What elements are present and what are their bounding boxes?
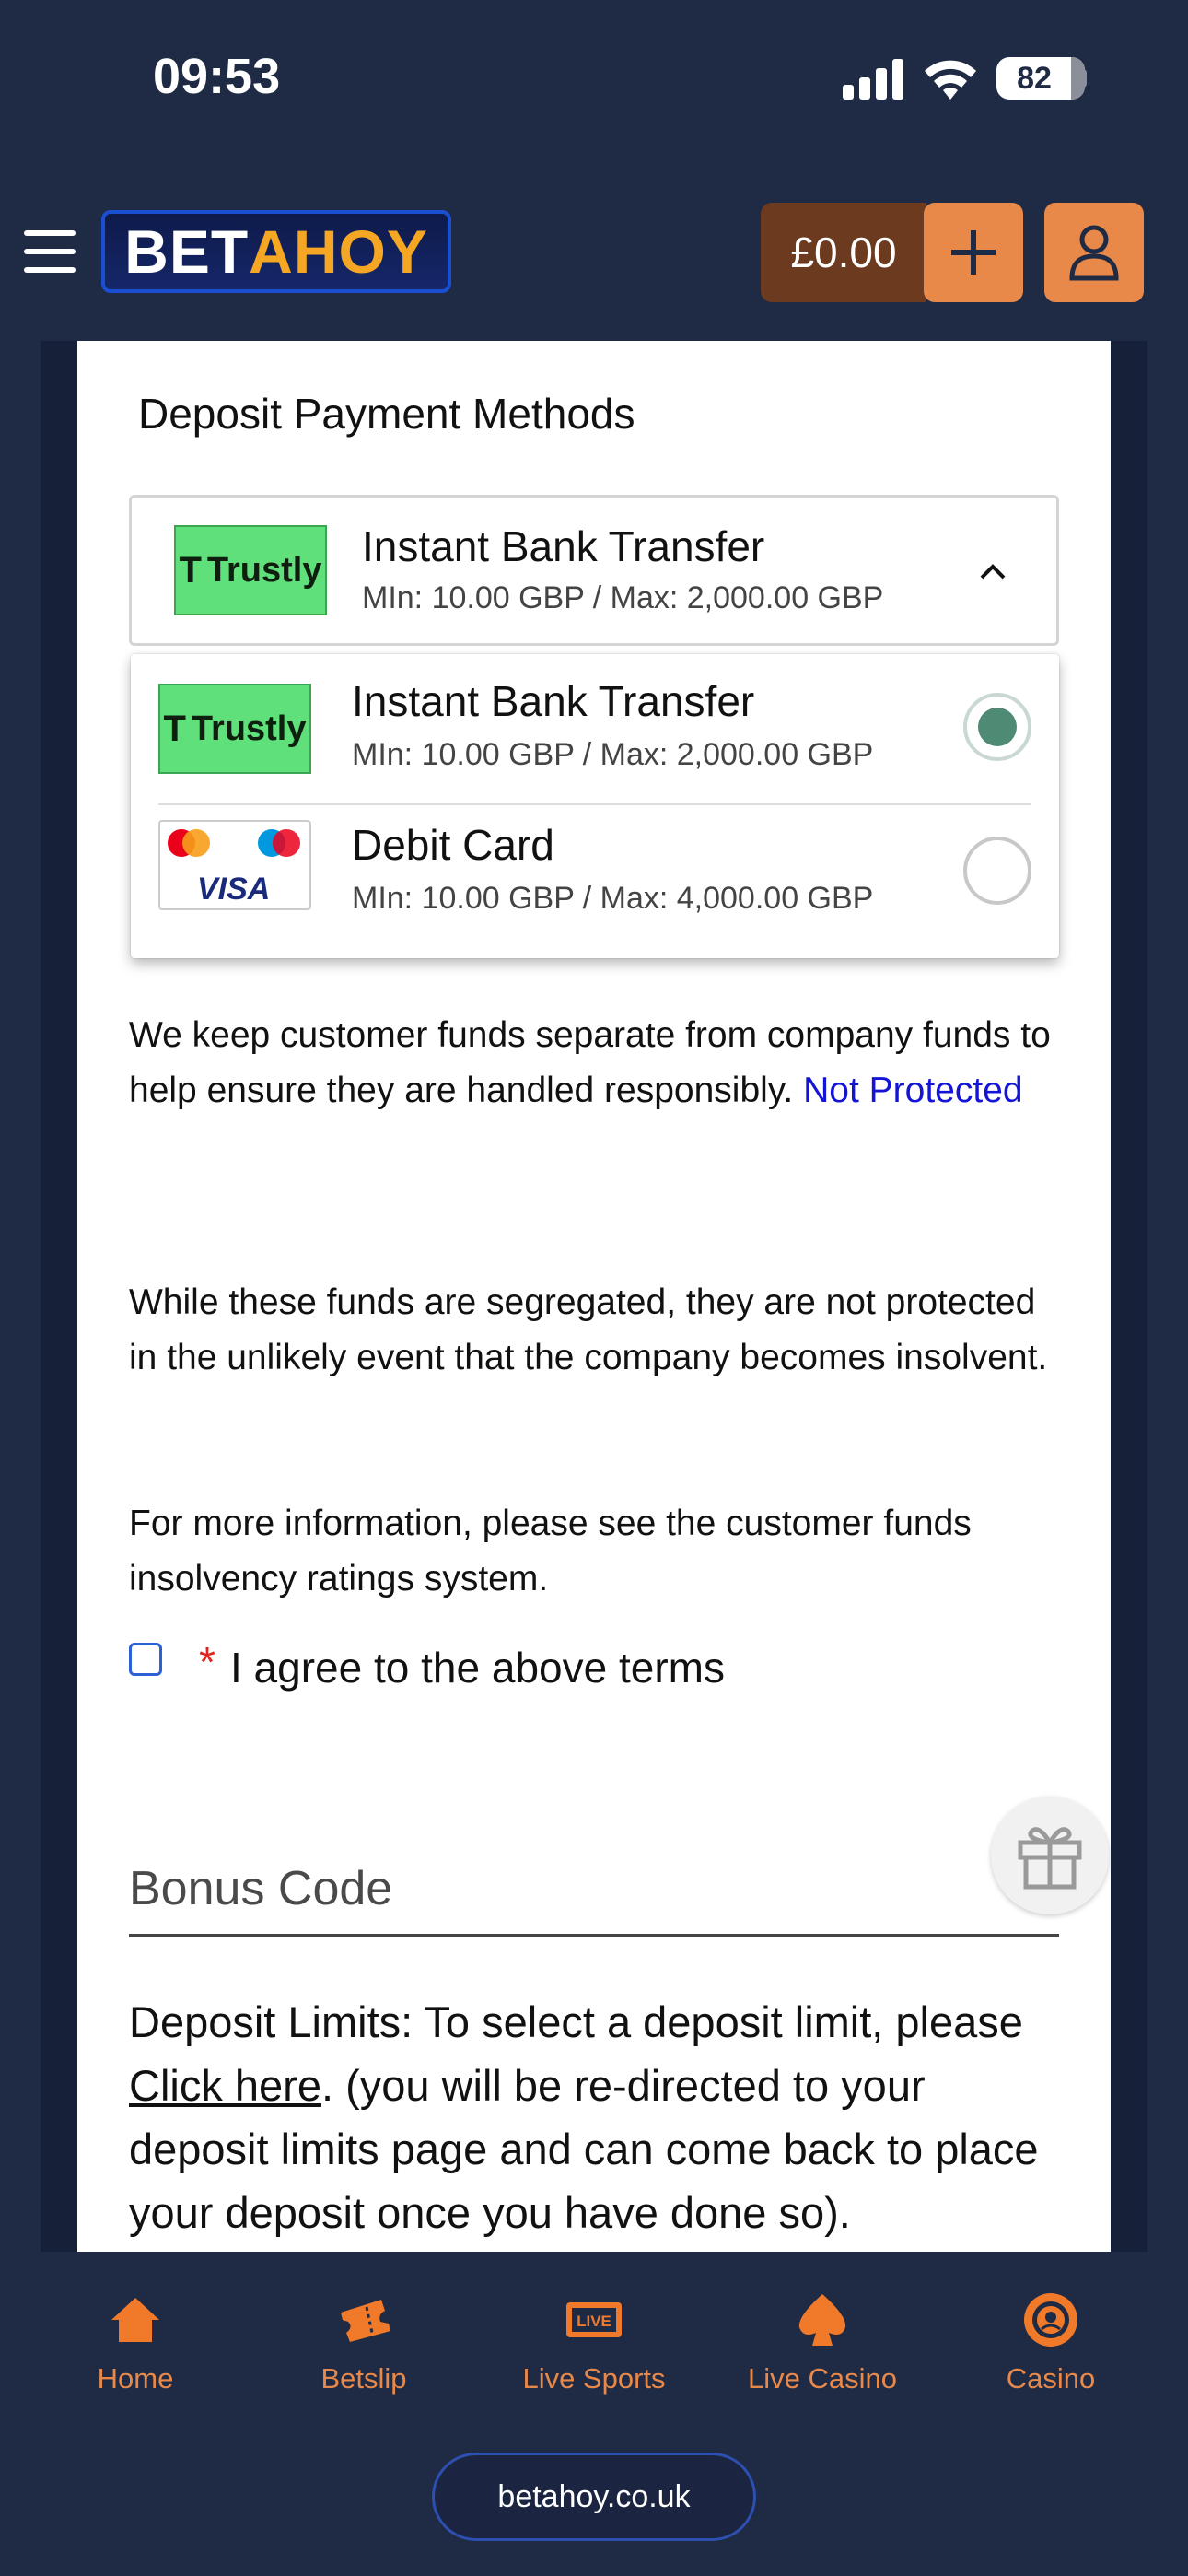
user-icon [1069, 225, 1119, 281]
balance-button[interactable]: £0.00 [761, 203, 926, 302]
live-icon: LIVE [565, 2290, 623, 2349]
deposit-card: Deposit Payment Methods T Trustly Instant… [77, 341, 1111, 2252]
page-title: Deposit Payment Methods [138, 390, 635, 438]
menu-icon[interactable] [24, 230, 76, 273]
nav-label: Casino [1006, 2362, 1096, 2395]
nav-betslip[interactable]: Betslip [267, 2290, 460, 2395]
agree-terms-checkbox[interactable] [129, 1643, 162, 1676]
wifi-icon [925, 60, 976, 100]
status-time: 09:53 [153, 49, 281, 104]
plus-icon [951, 230, 996, 275]
logo-bet-text: BET [124, 217, 250, 286]
cellular-signal-icon [843, 59, 905, 100]
right-background-strip [1111, 341, 1147, 2252]
option-limits: MIn: 10.00 GBP / Max: 4,000.00 GBP [352, 881, 874, 916]
option-limits: MIn: 10.00 GBP / Max: 2,000.00 GBP [352, 737, 874, 772]
payment-option-trustly[interactable]: T Trustly Instant Bank Transfer MIn: 10.0… [131, 654, 1059, 802]
logo-ahoy-text: AHOY [249, 217, 428, 286]
ticket-icon [334, 2290, 393, 2349]
bottom-navigation: Home Betslip LIVE Live Sports Live Casin… [0, 2252, 1188, 2576]
spade-icon [793, 2290, 852, 2349]
nav-label: Betslip [320, 2362, 407, 2395]
payment-method-select[interactable]: T Trustly Instant Bank Transfer MIn: 10.0… [129, 495, 1059, 646]
payment-option-debit-card[interactable]: VISA Debit Card MIn: 10.00 GBP / Max: 4,… [131, 805, 1059, 953]
mastercard-visa-logo: VISA [158, 820, 311, 910]
nav-label: Live Casino [748, 2362, 897, 2395]
app-header: BET AHOY £0.00 [0, 184, 1188, 341]
battery-level: 82 [1017, 61, 1052, 96]
funds-protection-text: We keep customer funds separate from com… [129, 1008, 1068, 1118]
agree-terms-label: I agree to the above terms [230, 1644, 725, 1692]
radio-instant-bank-transfer[interactable] [963, 693, 1031, 761]
trustly-logo-text: Trustly [206, 550, 322, 590]
segregated-funds-text: While these funds are segregated, they a… [129, 1282, 1048, 1377]
limits-prefix: Deposit Limits: To select a deposit limi… [129, 1997, 1023, 2046]
trustly-logo: T Trustly [174, 525, 327, 615]
bonus-code-label: Bonus Code [129, 1862, 393, 1915]
trustly-logo: T Trustly [158, 684, 311, 774]
gift-icon [1018, 1827, 1082, 1890]
status-bar: 09:53 82 [0, 0, 1188, 184]
chevron-up-icon[interactable] [979, 558, 1007, 586]
option-name: Instant Bank Transfer [352, 677, 755, 725]
trustly-option-logo-text: Trustly [191, 708, 307, 748]
nav-label: Home [97, 2362, 174, 2395]
nav-casino[interactable]: Casino [954, 2290, 1147, 2395]
battery-tip [1079, 69, 1087, 88]
nav-live-sports[interactable]: LIVE Live Sports [497, 2290, 691, 2395]
not-protected-link[interactable]: Not Protected [803, 1071, 1022, 1110]
limits-click-here-link[interactable]: Click here [129, 2061, 321, 2110]
bonus-gift-button[interactable] [991, 1797, 1109, 1914]
nav-label: Live Sports [522, 2362, 666, 2395]
required-mark: * [199, 1638, 215, 1686]
option-name: Debit Card [352, 821, 554, 869]
betahoy-logo[interactable]: BET AHOY [101, 210, 451, 293]
battery-icon: 82 [996, 57, 1085, 100]
visa-logo-text: VISA [197, 872, 271, 907]
deposit-limits-text: Deposit Limits: To select a deposit limi… [129, 1990, 1068, 2244]
chip-icon [1021, 2290, 1080, 2349]
selected-method-limits: MIn: 10.00 GBP / Max: 2,000.00 GBP [362, 580, 884, 615]
more-info-text: For more information, please see the cus… [129, 1504, 972, 1598]
left-background-strip [41, 341, 77, 2252]
selected-method-name: Instant Bank Transfer [362, 522, 765, 570]
home-icon [106, 2290, 165, 2349]
account-button[interactable] [1044, 203, 1144, 302]
bonus-code-field[interactable]: Bonus Code [129, 1797, 1109, 1937]
nav-live-casino[interactable]: Live Casino [726, 2290, 919, 2395]
agree-terms-row[interactable]: * I agree to the above terms [129, 1635, 1059, 1709]
live-badge-text: LIVE [577, 2313, 611, 2330]
add-funds-button[interactable] [924, 203, 1023, 302]
radio-debit-card[interactable] [963, 837, 1031, 905]
nav-home[interactable]: Home [39, 2290, 232, 2395]
payment-method-dropdown: T Trustly Instant Bank Transfer MIn: 10.0… [131, 654, 1059, 958]
site-url-bar[interactable]: betahoy.co.uk [432, 2453, 756, 2541]
